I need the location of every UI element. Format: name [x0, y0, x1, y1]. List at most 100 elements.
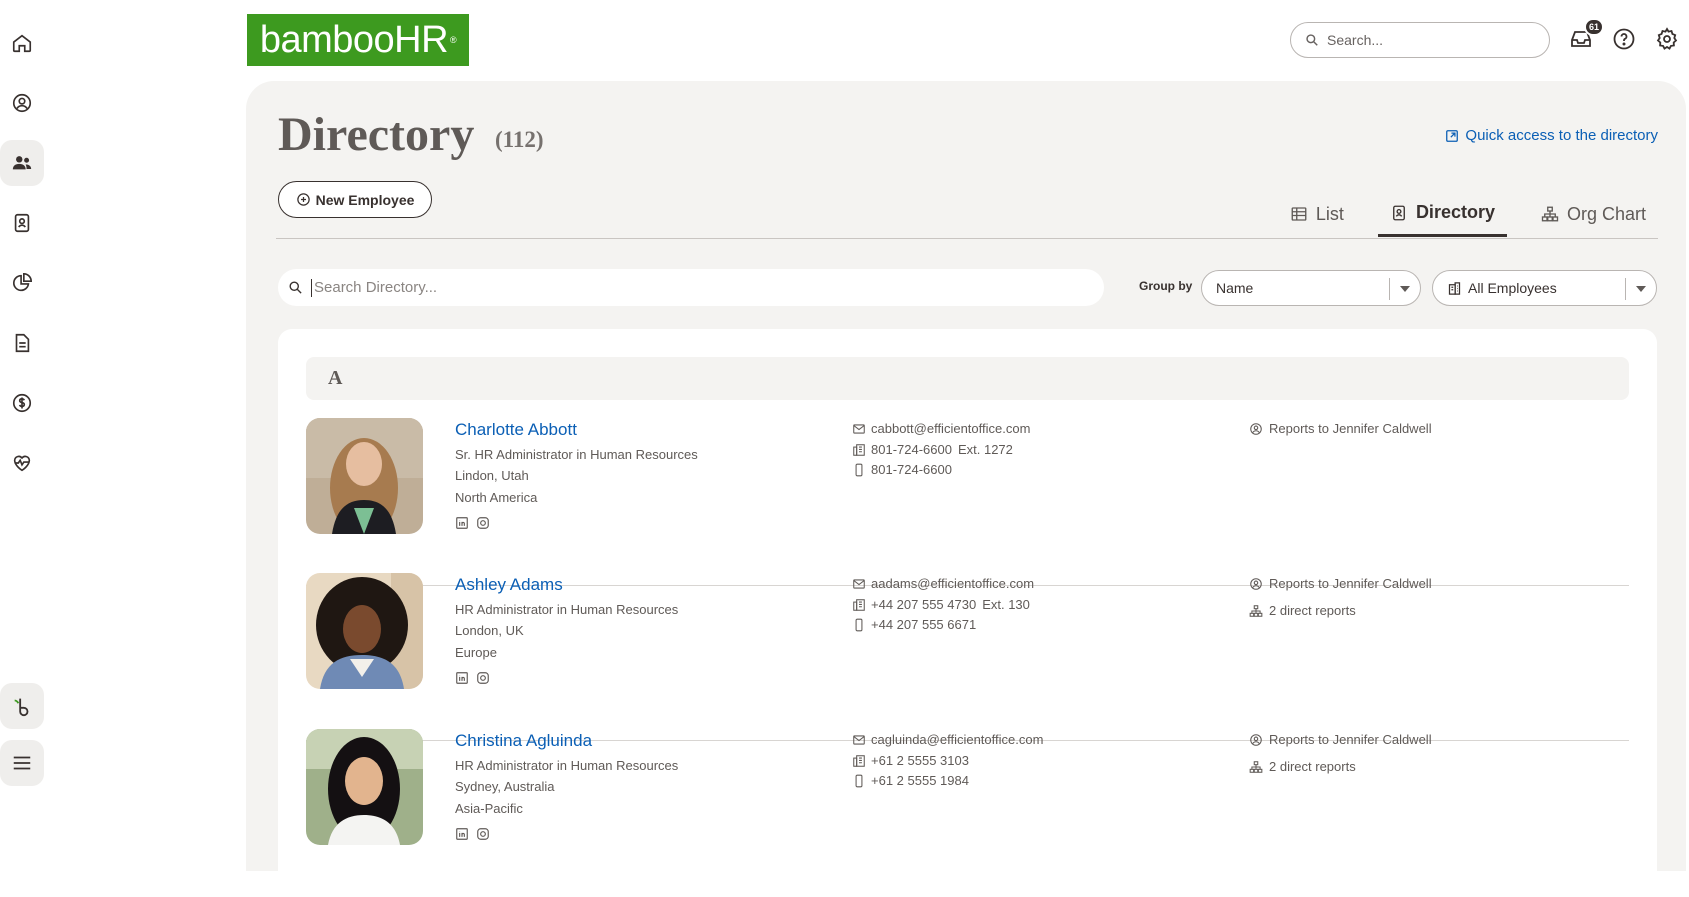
group-by-select[interactable]: Name — [1201, 270, 1421, 306]
search-icon — [289, 281, 302, 294]
employee-location: Sydney, Australia — [455, 779, 555, 794]
direct-reports-text: 2 direct reports — [1269, 759, 1356, 774]
employee-title: Sr. HR Administrator in Human Resources — [455, 447, 698, 462]
employee-filter-select[interactable]: All Employees — [1432, 270, 1657, 306]
nav-hiring[interactable] — [0, 200, 44, 246]
org-chart-icon — [1249, 604, 1263, 617]
new-employee-label: New Employee — [315, 191, 415, 208]
extension-text: Ext. 130 — [982, 597, 1030, 612]
inbox-badge: 61 — [1584, 18, 1604, 36]
envelope-icon — [853, 578, 865, 589]
direct-reports-link[interactable]: 2 direct reports — [1249, 603, 1356, 618]
employee-title: HR Administrator in Human Resources — [455, 758, 679, 773]
nav-payroll[interactable] — [0, 380, 44, 426]
instagram-icon[interactable] — [476, 516, 490, 530]
linkedin-icon[interactable] — [455, 671, 469, 685]
external-link-icon — [1446, 129, 1459, 142]
main-panel: Directory (112) Quick access to the dire… — [246, 81, 1686, 889]
instagram-icon[interactable] — [476, 671, 490, 685]
tab-directory[interactable]: Directory — [1377, 191, 1507, 237]
directory-search-placeholder: Search Directory... — [314, 279, 438, 296]
nav-reports[interactable] — [0, 260, 44, 306]
nav-my-info[interactable] — [0, 80, 44, 126]
settings-button[interactable] — [1654, 26, 1680, 52]
work-phone: +44 207 555 4730 Ext. 130 — [852, 597, 1030, 612]
employee-row: Ashley Adams HR Administrator in Human R… — [306, 573, 1629, 741]
envelope-icon — [853, 423, 865, 434]
page-title: Directory — [278, 108, 475, 161]
reports-to-link[interactable]: Reports to Jennifer Caldwell — [1249, 732, 1432, 747]
global-search-input[interactable]: Search... — [1290, 22, 1550, 58]
new-employee-button[interactable]: New Employee — [278, 181, 432, 218]
tab-directory-label: Directory — [1415, 202, 1495, 222]
social-links — [455, 516, 497, 530]
email-link[interactable]: aadams@efficientoffice.com — [852, 576, 1034, 591]
social-links — [455, 827, 497, 841]
employee-name-link[interactable]: Ashley Adams — [455, 575, 563, 595]
nav-files[interactable] — [0, 320, 44, 366]
extension-text: Ext. 1272 — [957, 442, 1013, 457]
nav-menu[interactable] — [0, 740, 44, 786]
tab-list-label: List — [1315, 203, 1344, 224]
inbox-button[interactable]: 61 — [1568, 18, 1604, 52]
directory-search-input[interactable]: Search Directory... — [278, 269, 1104, 306]
tab-list[interactable]: List — [1278, 191, 1356, 237]
mobile-phone-icon — [855, 463, 863, 476]
chevron-down-icon — [1636, 286, 1646, 292]
tab-org-chart-label: Org Chart — [1566, 203, 1646, 224]
heart-pulse-icon — [13, 455, 31, 472]
email-text: aadams@efficientoffice.com — [871, 576, 1035, 591]
direct-reports-link[interactable]: 2 direct reports — [1249, 759, 1356, 774]
reports-to-link[interactable]: Reports to Jennifer Caldwell — [1249, 421, 1432, 436]
people-icon — [12, 156, 32, 170]
employee-name-link[interactable]: Charlotte Abbott — [455, 420, 577, 440]
employee-row: Charlotte Abbott Sr. HR Administrator in… — [306, 418, 1629, 586]
employee-filter-value: All Employees — [1468, 280, 1557, 296]
office-phone-icon — [853, 754, 865, 767]
employee-count: (112) — [495, 127, 544, 152]
reports-to-text: Reports to Jennifer Caldwell — [1269, 732, 1432, 747]
employee-photo[interactable] — [306, 418, 423, 534]
email-link[interactable]: cagluinda@efficientoffice.com — [852, 732, 1043, 747]
badge-icon — [14, 213, 30, 233]
org-chart-icon — [1541, 206, 1559, 222]
group-by-value: Name — [1216, 280, 1254, 296]
user-circle-icon — [12, 93, 32, 113]
nav-benefits[interactable] — [0, 440, 44, 486]
employee-location: London, UK — [455, 623, 524, 638]
nav-people[interactable] — [0, 140, 44, 186]
bamboohr-logo[interactable]: bambooHR ® — [247, 14, 469, 66]
search-icon — [1306, 34, 1318, 46]
quick-access-label: Quick access to the directory — [1465, 127, 1658, 144]
menu-icon — [13, 756, 31, 770]
linkedin-icon[interactable] — [455, 516, 469, 530]
reports-to-text: Reports to Jennifer Caldwell — [1269, 576, 1432, 591]
tab-org-chart[interactable]: Org Chart — [1529, 191, 1658, 237]
help-button[interactable] — [1611, 26, 1637, 52]
global-search-placeholder: Search... — [1327, 32, 1384, 48]
work-phone-text: 801-724-6600 — [871, 442, 952, 457]
nav-home[interactable] — [0, 20, 44, 66]
employee-name-link[interactable]: Christina Agluinda — [455, 731, 592, 751]
portrait-image — [306, 418, 423, 534]
linkedin-icon[interactable] — [455, 827, 469, 841]
mobile-phone: +61 2 5555 1984 — [852, 773, 969, 788]
office-phone-icon — [853, 443, 865, 456]
email-link[interactable]: cabbott@efficientoffice.com — [852, 421, 1030, 436]
group-by-label: Group by — [1139, 279, 1193, 293]
instagram-icon[interactable] — [476, 827, 490, 841]
quick-access-link[interactable]: Quick access to the directory — [1445, 127, 1658, 144]
left-nav — [0, 0, 44, 858]
employee-photo[interactable] — [306, 573, 423, 689]
nav-bamboo-home[interactable] — [0, 683, 44, 729]
document-icon — [15, 333, 30, 353]
employee-region: North America — [455, 490, 538, 505]
mobile-phone-icon — [855, 618, 863, 631]
employee-photo[interactable] — [306, 729, 423, 845]
dollar-icon — [12, 393, 32, 413]
building-icon — [1448, 281, 1461, 295]
work-phone: 801-724-6600 Ext. 1272 — [852, 442, 1013, 457]
reports-to-link[interactable]: Reports to Jennifer Caldwell — [1249, 576, 1432, 591]
portrait-image — [306, 729, 423, 845]
mobile-phone-text: 801-724-6600 — [871, 462, 952, 477]
